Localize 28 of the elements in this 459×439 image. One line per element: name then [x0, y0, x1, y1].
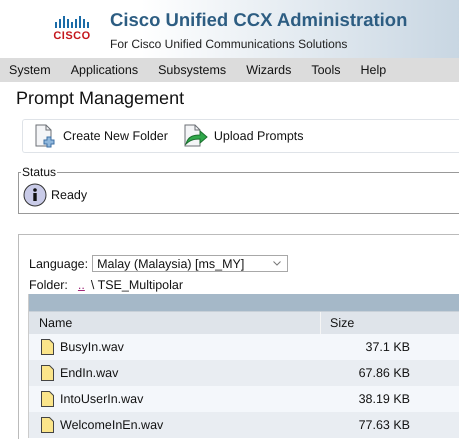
status-message: Ready: [51, 188, 88, 202]
parent-folder-link[interactable]: ..: [78, 278, 85, 292]
language-label: Language:: [29, 256, 88, 270]
create-folder-button[interactable]: Create New Folder: [33, 124, 168, 148]
menu-item[interactable]: Help: [348, 63, 394, 77]
status-legend: Status: [21, 165, 58, 179]
language-dropdown[interactable]: Malay (Malaysia) [ms_MY]: [92, 255, 288, 272]
app-subtitle: For Cisco Unified Communications Solutions: [110, 37, 348, 51]
menu-item[interactable]: Tools: [299, 63, 349, 77]
file-name[interactable]: IntoUserIn.wav: [60, 392, 144, 406]
upload-button[interactable]: Upload Prompts: [182, 124, 304, 148]
page-title: Prompt Management: [15, 87, 186, 110]
file-size: 67.86 KB: [358, 366, 410, 380]
folder-label: Folder:: [29, 278, 68, 292]
file-size: 37.1 KB: [364, 340, 410, 354]
file-name[interactable]: EndIn.wav: [60, 366, 118, 380]
menu-item[interactable]: System: [9, 63, 59, 77]
logo-text: CISCO: [53, 30, 91, 42]
menu-item[interactable]: Applications: [58, 63, 146, 77]
file-name[interactable]: WelcomeInEn.wav: [60, 418, 164, 432]
column-header[interactable]: Name: [29, 316, 320, 330]
file-size: 38.19 KB: [358, 392, 410, 406]
file-size: 77.63 KB: [358, 418, 410, 432]
menu-item[interactable]: Subsystems: [146, 63, 234, 77]
menu-item[interactable]: Wizards: [234, 63, 300, 77]
file-name[interactable]: BusyIn.wav: [60, 340, 124, 354]
app-title: Cisco Unified CCX Administration: [110, 9, 408, 31]
folder-path: \ TSE_Multipolar: [90, 278, 184, 292]
